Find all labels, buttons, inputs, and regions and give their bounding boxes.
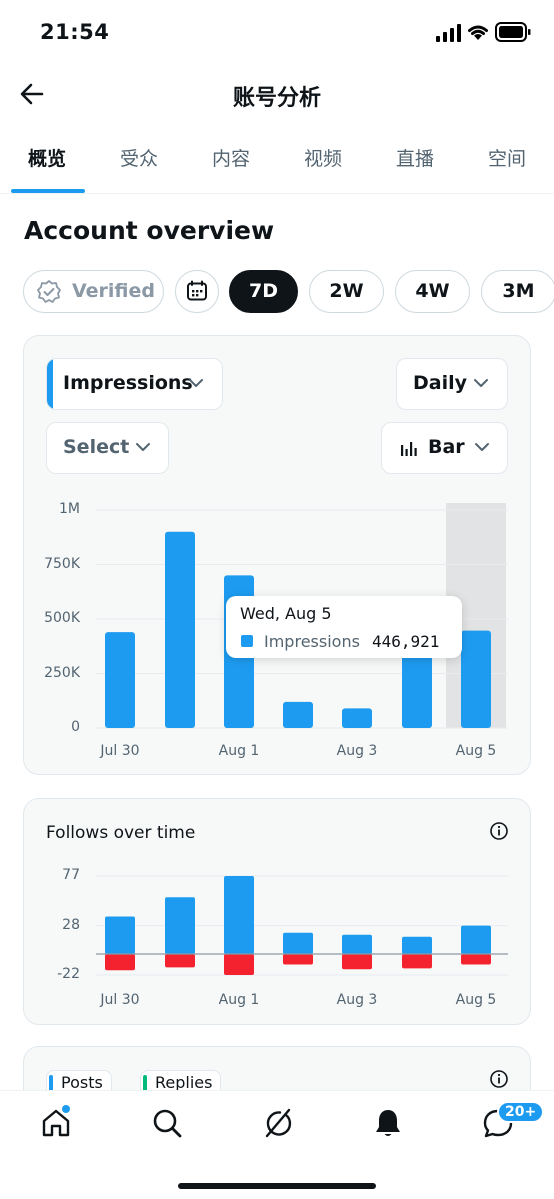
range-chip-4w[interactable]: 4W [395,270,470,313]
interval-dropdown-label: Daily [413,372,468,394]
status-time: 21:54 [40,20,110,44]
y-axis-tick-label: 77 [62,867,80,883]
tab-spaces[interactable]: 空间 [474,140,540,192]
nav-notifications[interactable] [372,1107,404,1143]
info-icon [490,1070,508,1088]
follows-bar [105,916,135,954]
impressions-bar [461,630,491,728]
unfollows-bar [342,954,372,970]
nav-grok[interactable] [261,1107,293,1143]
tab-audience[interactable]: 受众 [106,140,172,192]
battery-icon [495,22,531,46]
follows-bar [283,932,313,954]
impressions-bar [342,708,372,728]
x-axis-tick-label: Aug 5 [455,992,497,1008]
x-axis-tick-label: Aug 3 [336,992,378,1008]
messages-badge: 20+ [497,1101,545,1123]
tab-active-indicator [11,189,85,193]
screen: { "status_bar": {"time": "21:54"}, "head… [0,0,554,1199]
tooltip-series-swatch [241,635,253,647]
chart-tooltip: Wed, Aug 5 Impressions 446,921 [226,596,462,658]
metric-dropdown[interactable]: Impressions [46,358,223,410]
x-axis-tick-label: Aug 5 [455,743,497,759]
signal-icon [436,24,462,46]
follows-bar [224,876,254,954]
grok-icon [265,1108,292,1138]
nav-search[interactable] [151,1107,183,1143]
x-axis-tick-label: Jul 30 [100,992,140,1008]
y-axis-tick-label: 500K [44,610,80,626]
chart-type-dropdown-label: Bar [428,436,465,458]
follows-bar [342,934,372,954]
unfollows-bar [224,954,254,975]
tab-content[interactable]: 内容 [198,140,264,192]
home-notification-dot [62,1105,70,1113]
tooltip-value: 446,921 [372,632,440,651]
unfollows-bar [283,954,313,965]
unfollows-bar [105,954,135,971]
bar-chart-icon [401,442,417,456]
y-axis-tick-label: 750K [44,555,80,572]
y-axis-tick-label: 1M [59,501,80,517]
verified-filter-label: Verified [72,280,156,302]
tooltip-series-name: Impressions [264,632,360,651]
unfollows-bar [165,954,195,968]
range-chip-7d[interactable]: 7D [229,270,298,313]
tab-overview[interactable]: 概览 [14,140,80,192]
tab-live[interactable]: 直播 [382,140,448,192]
tab-bar: 概览 受众 内容 视频 直播 空间 [0,140,554,194]
compare-dropdown[interactable]: Select [46,422,169,474]
tooltip-date: Wed, Aug 5 [240,604,332,623]
bell-icon [376,1110,400,1136]
unfollows-bar [402,954,432,969]
follows-card-title: Follows over time [46,823,196,843]
impressions-bar [283,701,313,728]
interval-dropdown[interactable]: Daily [396,358,508,410]
chart-type-dropdown[interactable]: Bar [381,422,508,474]
x-axis-tick-label: Aug 1 [218,992,260,1008]
follows-info-button[interactable] [489,821,509,845]
compare-dropdown-label: Select [63,436,130,458]
date-picker-button[interactable] [175,270,219,313]
follows-bar [402,936,432,954]
x-axis-tick-label: Aug 3 [336,743,378,759]
metric-color-swatch [47,359,53,409]
follows-bar [461,925,491,954]
chevron-down-icon [475,443,489,451]
impressions-bar [105,632,135,728]
wifi-icon [466,22,490,46]
chevron-down-icon [189,379,203,387]
section-title: Account overview [24,216,275,245]
nav-home[interactable] [40,1105,72,1143]
verified-badge-icon [37,280,61,303]
range-chip-3m[interactable]: 3M [481,270,554,313]
impressions-bar [165,531,195,728]
x-axis-tick-label: Jul 30 [100,743,140,759]
follows-bar [165,897,195,954]
calendar-icon [187,280,207,301]
home-indicator [178,1183,376,1189]
info-icon [490,822,508,840]
y-axis-tick-label: 28 [62,916,80,933]
chevron-down-icon [136,443,150,451]
search-icon [153,1109,182,1138]
y-axis-tick-label: -22 [57,966,80,982]
x-axis-tick-label: Aug 1 [218,743,260,759]
unfollows-bar [461,954,491,965]
metric-dropdown-label: Impressions [63,372,193,394]
y-axis-tick-label: 250K [44,664,80,681]
bottom-nav: 20+ [0,1090,554,1199]
verified-filter-chip[interactable]: Verified [23,270,164,313]
chevron-down-icon [474,379,488,387]
page-title: 账号分析 [232,86,321,111]
range-chip-2w[interactable]: 2W [309,270,384,313]
tab-video[interactable]: 视频 [290,140,356,192]
y-axis-tick-label: 0 [71,719,80,735]
